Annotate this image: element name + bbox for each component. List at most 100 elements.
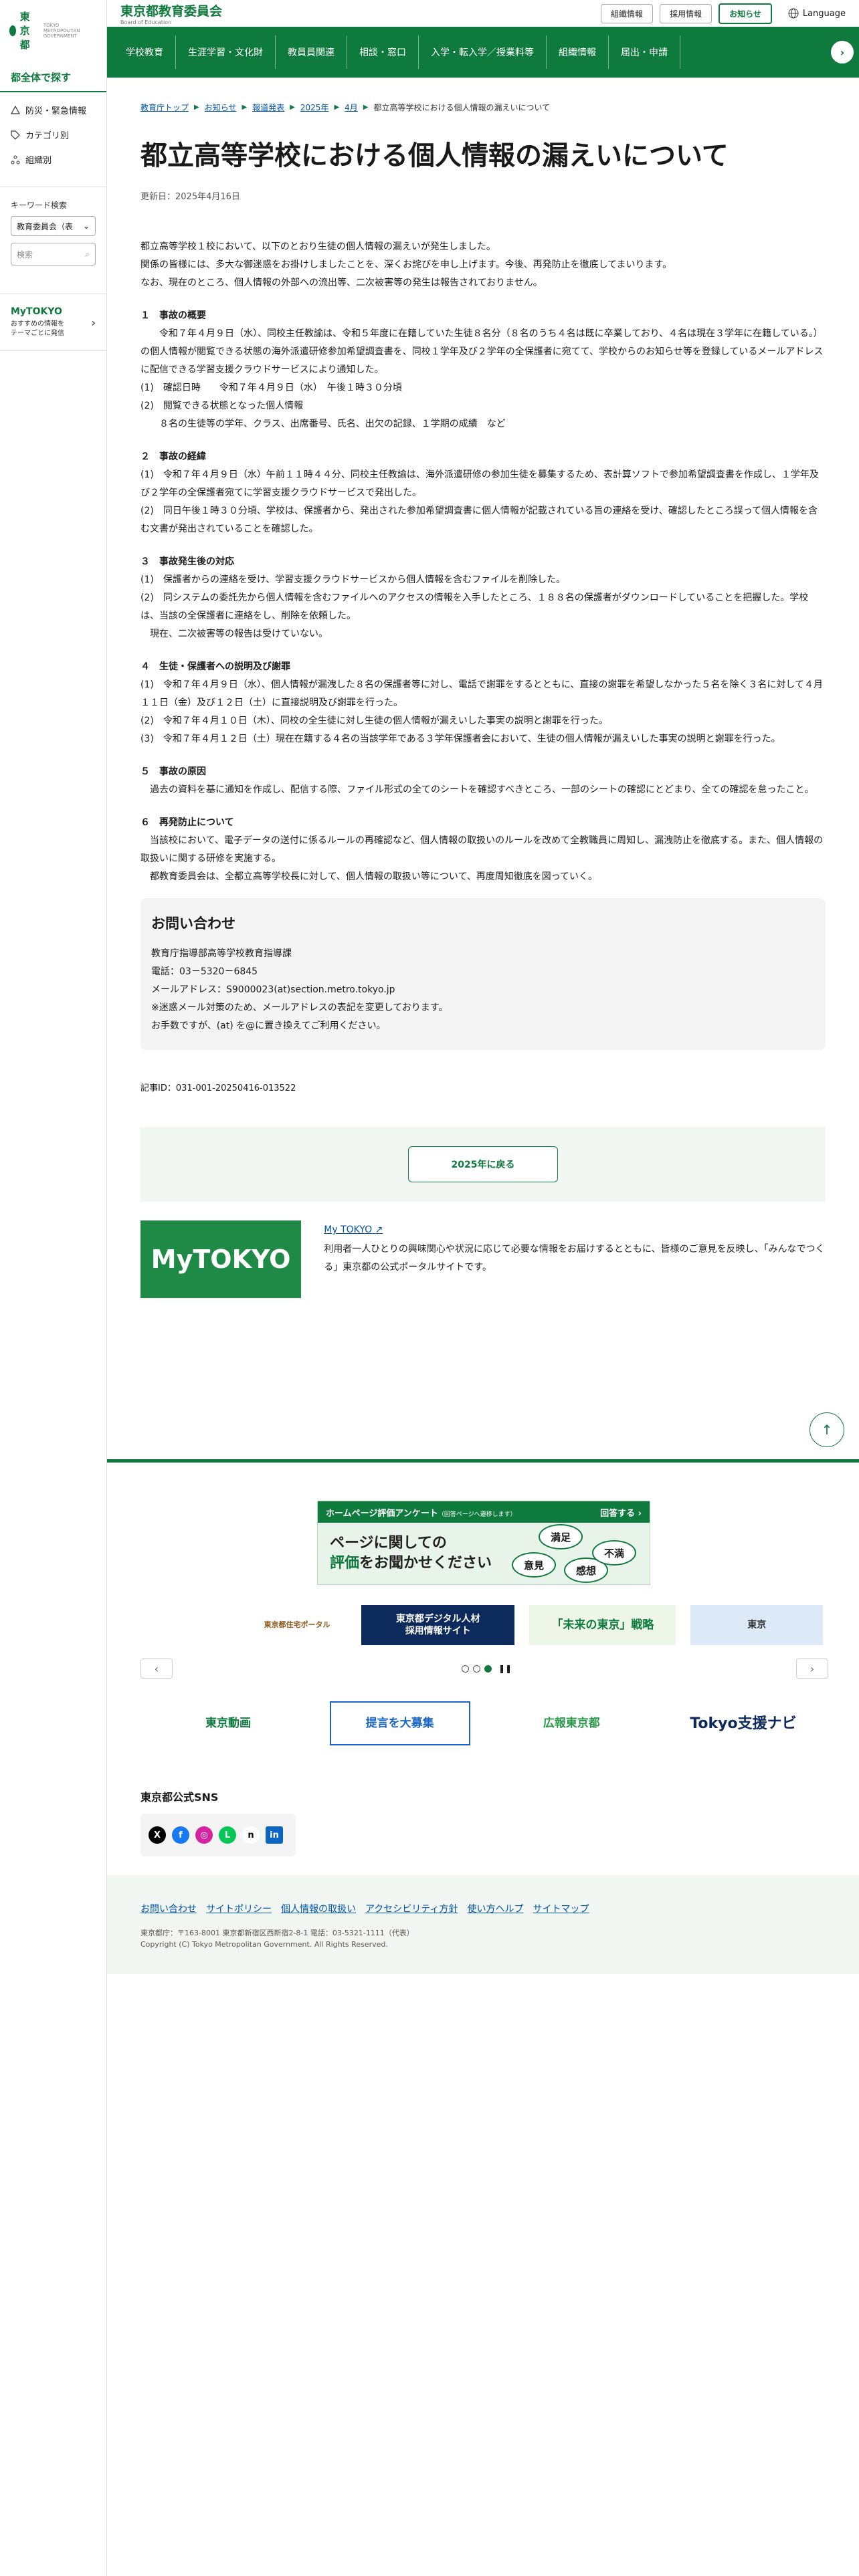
banner-koho-tokyo[interactable]: 広報東京都 [501, 1701, 642, 1745]
carousel-prev-button[interactable]: ‹ [140, 1658, 173, 1679]
sns-links: X f ◎ L n in [140, 1814, 296, 1856]
breadcrumb-link[interactable]: 2025年 [300, 102, 329, 113]
arrow-up-icon: ↑ [821, 1422, 833, 1438]
mytokyo-link[interactable]: My TOKYO ↗ [324, 1224, 826, 1235]
linkedin-icon[interactable]: in [266, 1826, 283, 1844]
search-scope-select[interactable]: 教育委員会（表 ⌄ [11, 216, 96, 236]
mytokyo-desc: おすすめの情報を [11, 320, 64, 328]
mytokyo-promo: MyTOKYO My TOKYO ↗ 利用者一人ひとりの興味関心や状況に応じて必… [140, 1220, 826, 1341]
footer-link[interactable]: アクセシビリティ方針 [365, 1902, 458, 1915]
gnav-item[interactable]: 生涯学習・文化財 [176, 35, 276, 69]
footer-link[interactable]: 個人情報の取扱い [281, 1902, 356, 1915]
footer-address: 東京都庁：〒163-8001 東京都新宿区西新宿2-8-1 電話：03-5321… [140, 1929, 414, 1937]
mytokyo-banner-text: MyTOKYO [151, 1245, 291, 1274]
facebook-icon[interactable]: f [172, 1826, 189, 1844]
gnav-item[interactable]: 学校教育 [114, 35, 176, 69]
tokyo-logo[interactable]: 東京都 TOKYO METROPOLITAN GOVERNMENT [0, 0, 106, 57]
gnav-item[interactable]: 入学・転入学／授業料等 [419, 35, 547, 69]
banner-digital-recruit[interactable]: 東京都デジタル人材 採用情報サイト [361, 1605, 515, 1645]
banner-support-navi[interactable]: Tokyo支援ナビ [673, 1701, 814, 1745]
site-brand[interactable]: 東京都教育委員会 Board of Education [120, 1, 222, 25]
intro-line: 関係の皆様には、多大な御迷惑をお掛けしましたことを、深くお詫びを申し上げます。今… [140, 259, 672, 270]
org-icon [11, 155, 20, 164]
globe-icon [788, 8, 799, 19]
section-text: 現在、二次被害等の報告は受けていない。 [140, 629, 328, 639]
x-icon[interactable]: X [149, 1826, 166, 1844]
banner-proposals[interactable]: 提言を大募集 [329, 1701, 470, 1745]
breadcrumb-link[interactable]: 4月 [345, 102, 358, 113]
carousel-dot-active[interactable] [484, 1665, 492, 1673]
intro-line: 都立高等学校１校において、以下のとおり生徒の個人情報の漏えいが発生しました。 [140, 241, 496, 252]
mytokyo-sidebar-link[interactable]: MyTOKYO おすすめの情報を テーマごとに発信 › [0, 294, 106, 351]
banner-future-tokyo[interactable]: 「未来の東京」戦略 [529, 1605, 676, 1645]
gnav-next-arrow-icon[interactable]: › [831, 41, 854, 64]
mytokyo-desc: テーマごとに発信 [11, 330, 64, 337]
footer-link[interactable]: お問い合わせ [140, 1902, 197, 1915]
note-icon[interactable]: n [242, 1826, 260, 1844]
survey-bubble: 意見 [512, 1552, 556, 1578]
breadcrumb-current: 都立高等学校における個人情報の漏えいについて [373, 103, 551, 112]
section-text: (3) 令和７年４月１２日（土）現在在籍する４名の当該学年である３学年保護者会に… [140, 734, 781, 744]
breadcrumb-link[interactable]: お知らせ [205, 102, 237, 113]
sidebar-item-organization[interactable]: 組織別 [0, 147, 106, 172]
scroll-to-top-button[interactable]: ↑ [809, 1412, 844, 1447]
back-to-year-button[interactable]: 2025年に戻る [407, 1146, 559, 1182]
section-text: (1) 令和７年４月９日（水）、個人情報が漏洩した８名の保護者等に対し、電話で謝… [140, 679, 823, 708]
footer-link[interactable]: サイトマップ [533, 1902, 589, 1915]
sidebar-item-label: カテゴリ別 [25, 131, 70, 141]
mytokyo-banner-image[interactable]: MyTOKYO [140, 1220, 302, 1341]
header: 東京都教育委員会 Board of Education 組織情報 採用情報 お知… [107, 0, 859, 27]
breadcrumb-link[interactable]: 教育庁トップ [140, 102, 189, 113]
banner-tokyo-video[interactable]: 東京動画 [158, 1701, 298, 1745]
banner-carousel: 東京都住宅ポータル 東京都デジタル人材 採用情報サイト 「未来の東京」戦略 東京 [248, 1605, 823, 1645]
header-link-organization[interactable]: 組織情報 [601, 3, 654, 23]
line-icon[interactable]: L [219, 1826, 236, 1844]
updated-date: 更新日：2025年4月16日 [140, 192, 240, 202]
sns-heading: 東京都公式SNS [140, 1791, 219, 1804]
section-heading: ５ 事故の原因 [140, 766, 206, 777]
section-text: (2) 同日午後１時３０分頃、学校は、保護者から、発出された参加希望調査書に個人… [140, 506, 818, 534]
gnav-item[interactable]: 組織情報 [547, 35, 609, 69]
search-input[interactable]: 検索 ⌕ [11, 243, 96, 265]
article-id: 記事ID：031-001-20250416-013522 [140, 1083, 296, 1093]
language-button[interactable]: Language [788, 8, 846, 19]
main: 東京都教育委員会 Board of Education 組織情報 採用情報 お知… [107, 0, 859, 1341]
header-link-news[interactable]: お知らせ [719, 3, 772, 24]
keyword-search-label: キーワード検索 [0, 187, 106, 216]
gnav-item[interactable]: 相談・窓口 [347, 35, 419, 69]
survey-banner[interactable]: ホームページ評価アンケート（回答ページへ遷移します） 回答する › ページに関し… [317, 1501, 650, 1585]
banner-tokyo[interactable]: 東京 [690, 1605, 823, 1645]
section-text: (1) 確認日時 令和７年４月９日（水） 午後１時３０分頃 [140, 383, 402, 393]
sidebar: 東京都 TOKYO METROPOLITAN GOVERNMENT 都全体で探す… [0, 0, 107, 2576]
breadcrumb-separator-icon: ▶ [290, 104, 295, 111]
section-text: 当該校において、電子データの送付に係るルールの再確認など、個人情報の取扱いのルー… [140, 835, 824, 864]
contact-line: ※迷惑メール対策のため、メールアドレスの表記を変更しております。 [151, 1002, 448, 1013]
tokyo-logo-sub: TOKYO METROPOLITAN GOVERNMENT [43, 22, 80, 39]
search-icon[interactable]: ⌕ [85, 249, 90, 259]
tag-icon [11, 130, 20, 140]
gnav-item[interactable]: 教員員関連 [276, 35, 347, 69]
section-text: (2) 令和７年４月１０日（木）、同校の全生徒に対し生徒の個人情報が漏えいした事… [140, 716, 608, 726]
contact-line: 電話：03－5320－6845 [151, 966, 258, 977]
pause-icon[interactable]: ❚❚ [498, 1664, 512, 1673]
mytokyo-link-label: My TOKYO [324, 1224, 373, 1235]
instagram-icon[interactable]: ◎ [195, 1826, 213, 1844]
carousel-next-button[interactable]: › [796, 1658, 828, 1679]
breadcrumb-link[interactable]: 報道発表 [252, 102, 284, 113]
section-text: (2) 同システムの委託先から個人情報を含むファイルへのアクセスの情報を入手した… [140, 593, 809, 621]
gnav-item[interactable]: 届出・申請 [609, 35, 680, 69]
survey-answer-link[interactable]: 回答する › [600, 1506, 642, 1519]
header-link-recruit[interactable]: 採用情報 [660, 3, 712, 23]
section-heading: ３ 事故発生後の対応 [140, 556, 234, 567]
carousel-dot[interactable] [462, 1665, 469, 1673]
external-link-icon: ↗ [375, 1224, 383, 1235]
contact-line: 教育庁指導部高等学校教育指導課 [151, 948, 292, 959]
footer-link[interactable]: サイトポリシー [206, 1902, 272, 1915]
carousel-dot[interactable] [473, 1665, 480, 1673]
section-heading: ４ 生徒・保護者への説明及び謝罪 [140, 661, 290, 672]
sidebar-heading: 都全体で探す [0, 57, 106, 92]
sidebar-item-disaster[interactable]: 防災・緊急情報 [0, 98, 106, 122]
sidebar-item-category[interactable]: カテゴリ別 [0, 122, 106, 147]
banner-housing[interactable]: 東京都住宅ポータル [248, 1605, 347, 1645]
footer-link[interactable]: 使い方ヘルプ [467, 1902, 523, 1915]
